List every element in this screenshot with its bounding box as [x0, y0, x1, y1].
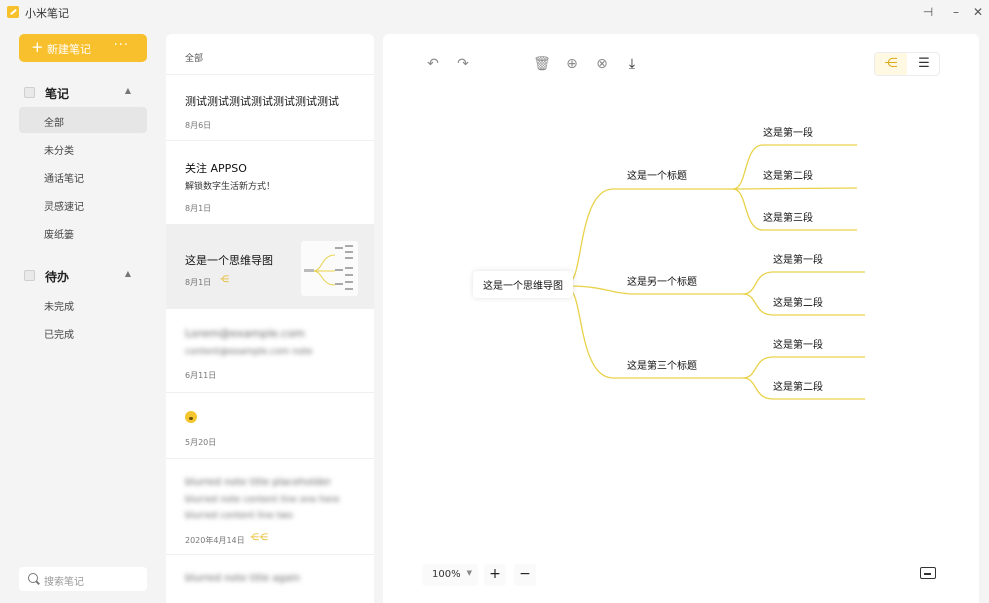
- sidebar-item-label: 已完成: [44, 330, 74, 341]
- mindmap-leaf-node[interactable]: 这是第一段: [763, 124, 813, 139]
- collapse-caret-icon[interactable]: ▲: [125, 86, 131, 95]
- note-preview: content@example.com note: [185, 347, 313, 357]
- todo-section-icon: [24, 270, 35, 281]
- list-item[interactable]: Lorem@example.com content@example.com no…: [166, 308, 374, 392]
- notes-section-header[interactable]: 笔记 ▲: [24, 84, 139, 102]
- note-date: 6月11日: [185, 371, 217, 380]
- mindmap-leaf-node[interactable]: 这是第二段: [773, 378, 823, 393]
- chevron-down-icon: ▼: [466, 569, 472, 577]
- zoom-out-button[interactable]: −: [514, 564, 536, 586]
- mindmap-leaf-node[interactable]: 这是第一段: [773, 336, 823, 351]
- list-item[interactable]: blurred note title placeholder blurred n…: [166, 458, 374, 554]
- note-title: blurred note title placeholder: [185, 477, 332, 488]
- mindmap-leaf-node[interactable]: 这是第二段: [773, 294, 823, 309]
- todo-section-header[interactable]: 待办 ▲: [24, 267, 139, 285]
- note-date: 8月1日: [185, 278, 212, 287]
- editor-panel: ↶ ↷ 🗑 ⊕ ⊗ ⤓ ⋲ ☰ 这是一个思维导图 这是一个标题 这是第一段 这是…: [383, 34, 979, 603]
- note-date: 5月20日: [185, 438, 217, 447]
- sidebar-item-incomplete[interactable]: 未完成: [19, 291, 147, 317]
- list-header: 全部: [185, 54, 204, 64]
- more-options-icon[interactable]: ···: [114, 38, 129, 53]
- search-icon: [28, 573, 38, 583]
- list-item[interactable]: blurred note title again: [166, 554, 374, 603]
- emoji-icon: [185, 411, 197, 423]
- sidebar-item-uncategorized[interactable]: 未分类: [19, 135, 147, 161]
- mindmap-leaf-node[interactable]: 这是第二段: [763, 167, 813, 182]
- search-input[interactable]: 搜索笔记: [19, 567, 147, 591]
- mindmap-icon: ⋲: [220, 275, 229, 285]
- zoom-in-button[interactable]: +: [484, 564, 506, 586]
- minimize-button[interactable]: –: [946, 3, 966, 21]
- sidebar-item-label: 灵感速记: [44, 202, 84, 213]
- collapse-caret-icon[interactable]: ▲: [125, 269, 131, 278]
- sidebar-item-label: 未完成: [44, 302, 74, 313]
- mindmap-icon: ⋲⋲: [250, 533, 268, 543]
- note-title: 这是一个思维导图: [185, 254, 273, 267]
- todo-section-label: 待办: [45, 270, 70, 284]
- title-bar: 小米笔记 ⊣ – ✕: [0, 0, 989, 26]
- list-item[interactable]: 5月20日: [166, 392, 374, 458]
- notes-section-label: 笔记: [45, 87, 70, 101]
- search-placeholder: 搜索笔记: [44, 577, 84, 588]
- sidebar-item-label: 废纸篓: [44, 230, 74, 241]
- sidebar-item-call-notes[interactable]: 通话笔记: [19, 163, 147, 189]
- sidebar-item-label: 未分类: [44, 146, 74, 157]
- sidebar-item-quick-ideas[interactable]: 灵感速记: [19, 191, 147, 217]
- mindmap-thumbnail: [301, 241, 358, 296]
- new-note-button[interactable]: + 新建笔记 ···: [19, 34, 147, 62]
- note-title: blurred note title again: [185, 573, 301, 584]
- note-date: 8月6日: [185, 121, 212, 130]
- list-item-selected[interactable]: 这是一个思维导图 8月1日 ⋲: [166, 224, 374, 308]
- mindmap-branch-node[interactable]: 这是一个标题: [627, 167, 687, 182]
- sidebar-item-label: 通话笔记: [44, 174, 84, 185]
- note-title: 关注 APPSO: [185, 162, 247, 175]
- sidebar-item-completed[interactable]: 已完成: [19, 319, 147, 345]
- close-button[interactable]: ✕: [968, 3, 988, 21]
- mindmap-branch-node[interactable]: 这是第三个标题: [627, 357, 697, 372]
- mindmap-leaf-node[interactable]: 这是第三段: [763, 209, 813, 224]
- sidebar-item-label: 全部: [44, 118, 64, 129]
- note-preview: blurred content line two: [185, 511, 293, 521]
- sidebar-item-all[interactable]: 全部: [19, 107, 147, 133]
- sidebar-item-trash[interactable]: 废纸篓: [19, 219, 147, 245]
- zoom-value: 100%: [432, 569, 461, 580]
- mindmap-leaf-node[interactable]: 这是第一段: [773, 251, 823, 266]
- new-note-label: 新建笔记: [47, 43, 91, 56]
- note-date: 2020年4月14日: [185, 536, 245, 545]
- keyboard-icon[interactable]: [920, 567, 936, 579]
- note-list: 全部 测试测试测试测试测试测试测试 8月6日 关注 APPSO 解锁数字生活新方…: [166, 34, 374, 603]
- app-logo-icon: [7, 6, 19, 18]
- app-title: 小米笔记: [25, 7, 69, 20]
- note-date: 8月1日: [185, 204, 212, 213]
- note-preview: blurred note content line one here: [185, 495, 340, 505]
- mindmap-branch-node[interactable]: 这是另一个标题: [627, 273, 697, 288]
- list-item[interactable]: 测试测试测试测试测试测试测试 8月6日: [166, 74, 374, 140]
- plus-icon: +: [31, 38, 44, 56]
- notes-section-icon: [24, 87, 35, 98]
- note-preview: 解锁数字生活新方式！: [185, 182, 276, 192]
- note-title: 测试测试测试测试测试测试测试: [185, 95, 339, 108]
- list-item[interactable]: 关注 APPSO 解锁数字生活新方式！ 8月1日: [166, 140, 374, 224]
- pin-icon[interactable]: ⊣: [918, 3, 938, 21]
- zoom-select[interactable]: 100% ▼: [422, 564, 478, 586]
- mindmap-root-node[interactable]: 这是一个思维导图: [473, 271, 573, 298]
- note-title: Lorem@example.com: [185, 327, 305, 340]
